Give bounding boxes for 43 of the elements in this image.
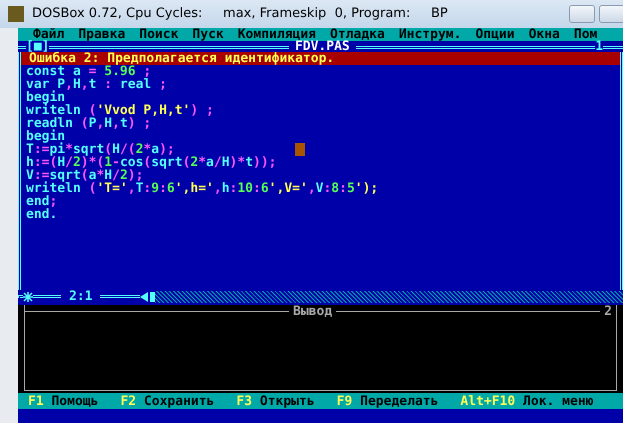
shortcut-key: F1 [28,394,44,408]
scroll-left-icon[interactable] [140,292,148,302]
menu-item[interactable]: Опции [475,28,515,41]
shortcut-key: F3 [236,394,252,408]
menu-item[interactable]: Правка [78,28,126,41]
close-button[interactable]: [■] [26,41,50,52]
menu-item[interactable]: Файл [33,28,64,41]
menu-item[interactable]: Компиляция [238,28,316,41]
shortcut-key: Alt+F10 [460,394,516,408]
menu-item[interactable]: Поиск [139,28,178,41]
shortcut-key: F9 [336,394,352,408]
code-line: readln (P,H,t) ; [25,117,152,130]
maximize-button[interactable] [599,5,623,23]
scroll-thumb[interactable] [150,292,156,302]
window-title: DOSBox 0.72, Cpu Cycles: max, Frameskip 0, Program: BP [32,5,448,24]
menu-item[interactable]: Окна [528,28,560,41]
shortcut-key: F2 [120,394,136,408]
code-line: end; [25,195,58,208]
code-line: begin [25,130,66,143]
code-line: writeln ('Vvod P,H,t') ; [25,104,214,117]
status-shortcut[interactable]: F9 Переделать [336,394,438,408]
code-line: writeln ('T=',T:9:6',h=',h:10:6',V=',V:8:5'); [25,182,378,195]
code-line: end. [25,208,58,221]
status-shortcut[interactable]: F2 Сохранить [120,394,214,408]
minimize-button[interactable] [569,5,595,23]
code-line: begin [25,91,66,104]
resize-icon[interactable] [23,292,33,302]
status-shortcut[interactable]: Alt+F10 Лок. меню [460,394,594,408]
code-line: h:=(H/2)*(1-cos(sqrt(2*a/H)*t)); [25,156,276,169]
menu-item[interactable]: Инструм. [398,28,462,41]
window-number: 1 [595,41,604,52]
cursor-position: 2:1 [68,290,94,303]
code-line: V:=sqrt(a*H/2); [25,169,144,182]
menu-item[interactable]: Отладка [330,28,385,41]
status-shortcut[interactable]: F3 Открыть [236,394,315,408]
code-line: const a = 5.96 ; [25,65,152,78]
menu-item[interactable]: Пуск [192,28,224,41]
menu-item[interactable]: Пом [574,28,598,41]
status-shortcut[interactable]: F1 Помощь [28,394,98,408]
app-icon [8,6,24,22]
code-line: T:=pi*sqrt(H/(2*a); [25,143,175,156]
code-line: var P,H,t : real ; [25,78,167,91]
error-message: Ошибка 2: Предполагается идентификатор. [21,52,620,65]
